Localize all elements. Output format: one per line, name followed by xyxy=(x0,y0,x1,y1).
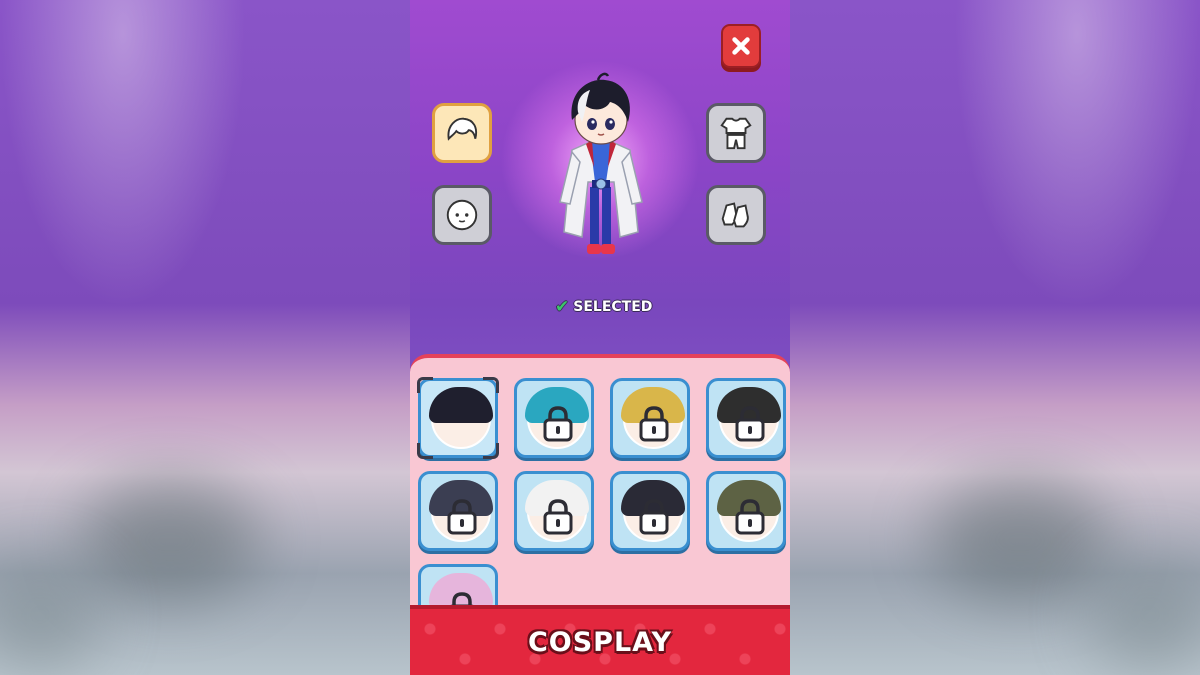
hair-option-7[interactable] xyxy=(610,471,690,551)
lock-icon xyxy=(637,405,671,443)
hair-option-3[interactable] xyxy=(610,378,690,458)
selected-label: SELECTED xyxy=(573,299,653,315)
cosplay-banner[interactable]: COSPLAY xyxy=(410,605,790,675)
face-icon xyxy=(446,199,478,231)
lock-icon xyxy=(733,405,767,443)
character-preview xyxy=(559,72,643,254)
selection-corner xyxy=(417,377,433,393)
cosplay-title: COSPLAY xyxy=(527,626,673,658)
outfit-category-button[interactable] xyxy=(706,103,766,163)
lock-icon xyxy=(733,498,767,536)
shoes-category-button[interactable] xyxy=(706,185,766,245)
selection-corner xyxy=(483,377,499,393)
face-category-button[interactable] xyxy=(432,185,492,245)
shoes-icon xyxy=(721,202,749,228)
hair-category-button[interactable] xyxy=(432,103,492,163)
checkmark-icon: ✔ xyxy=(555,297,570,317)
lock-icon xyxy=(541,498,575,536)
hair-selection-panel xyxy=(410,354,790,644)
close-button[interactable] xyxy=(721,24,761,68)
close-icon xyxy=(732,37,750,55)
selected-status: ✔ SELECTED xyxy=(555,297,652,317)
hair-option-5[interactable] xyxy=(418,471,498,551)
hair-option-4[interactable] xyxy=(706,378,786,458)
selection-corner xyxy=(483,443,499,459)
lock-icon xyxy=(637,498,671,536)
shirt-icon xyxy=(720,117,752,150)
game-viewport: ✔ SELECTED COSPLAY xyxy=(410,0,790,675)
game-screen: ✔ SELECTED COSPLAY xyxy=(0,0,1200,675)
blurred-background-left xyxy=(0,0,410,675)
selection-frame xyxy=(414,374,502,462)
blurred-background-right xyxy=(790,0,1200,675)
hair-option-6[interactable] xyxy=(514,471,594,551)
lock-icon xyxy=(445,498,479,536)
hair-option-2[interactable] xyxy=(514,378,594,458)
lock-icon xyxy=(541,405,575,443)
selection-corner xyxy=(417,443,433,459)
hair-option-8[interactable] xyxy=(706,471,786,551)
hair-icon xyxy=(447,117,478,141)
